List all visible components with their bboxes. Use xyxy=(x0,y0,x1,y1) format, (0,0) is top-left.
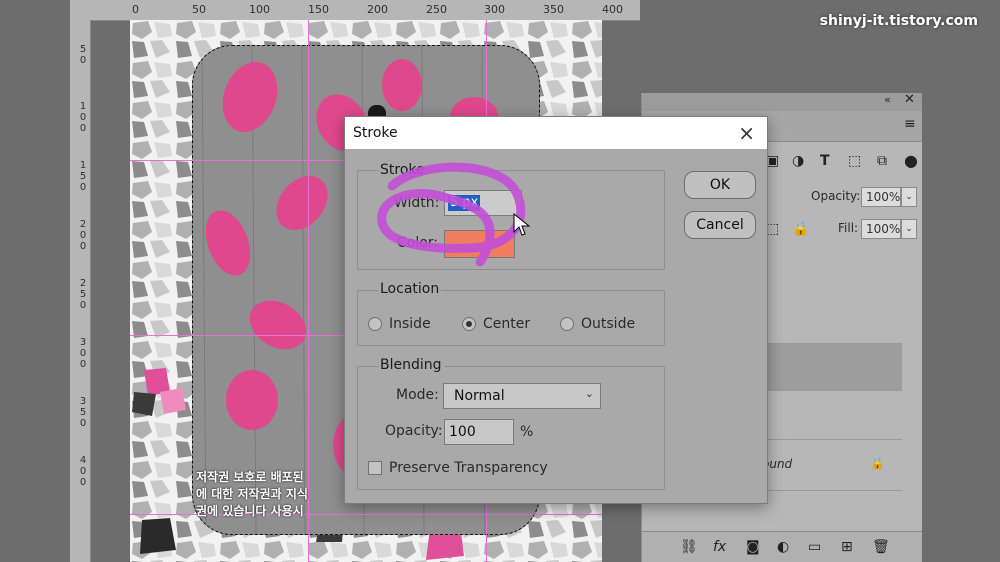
ruler-label: 5 xyxy=(79,171,87,182)
ruler-label: 0 xyxy=(79,418,87,429)
ruler-label: 400 xyxy=(602,3,623,16)
ruler-label: 350 xyxy=(543,3,564,16)
layer-row-background[interactable]: ound 🔒 xyxy=(762,440,902,491)
ruler-label: 0 xyxy=(79,123,87,134)
stroke-group-title: Stroke xyxy=(378,162,427,178)
dialog-titlebar[interactable]: Stroke × xyxy=(345,117,767,149)
blend-mode-select[interactable]: Normal ⌄ xyxy=(443,383,601,409)
location-group-title: Location xyxy=(378,281,442,297)
ruler-label: 5 xyxy=(79,289,87,300)
ruler-label: 250 xyxy=(426,3,447,16)
fill-label: Fill: xyxy=(838,221,859,235)
radio-outside-label[interactable]: Outside xyxy=(581,316,635,332)
ruler-label: 0 xyxy=(132,3,139,16)
type-filter-icon[interactable]: T xyxy=(820,153,830,169)
ruler-label: 0 xyxy=(79,241,87,252)
ruler-label: 50 xyxy=(192,3,206,16)
new-group-icon[interactable]: ▭ xyxy=(808,539,821,555)
layer-opacity-dropdown[interactable]: ⌄ xyxy=(901,187,917,207)
ruler-label: 0 xyxy=(79,477,87,488)
ruler-label: 0 xyxy=(79,300,87,311)
lock-all-icon[interactable]: 🔒 xyxy=(792,221,809,237)
ok-button[interactable]: OK xyxy=(684,171,756,199)
ruler-label: 200 xyxy=(367,3,388,16)
width-label: Width: xyxy=(394,195,440,211)
ruler-label: 0 xyxy=(79,359,87,370)
layer-opacity-field[interactable]: 100% xyxy=(861,187,901,207)
blending-group-title: Blending xyxy=(378,357,444,373)
preserve-transparency-checkbox[interactable] xyxy=(368,461,382,475)
collapse-icon[interactable]: « xyxy=(884,93,891,106)
filter-toggle-icon[interactable]: ● xyxy=(904,151,918,170)
opacity-unit: % xyxy=(520,424,534,440)
ruler-label: 0 xyxy=(79,466,87,477)
layers-panel-footer: ⛓ fx ◙ ◐ ▭ ⊞ 🗑 xyxy=(642,531,922,562)
opacity-label: Opacity: xyxy=(385,423,443,439)
ruler-label: 150 xyxy=(308,3,329,16)
width-input[interactable]: 5 px xyxy=(444,190,522,216)
fx-icon[interactable]: fx xyxy=(713,539,726,555)
ruler-label: 3 xyxy=(79,337,87,348)
layer-row-selected[interactable] xyxy=(762,344,902,391)
ruler-label: 0 xyxy=(79,182,87,193)
radio-center-label[interactable]: Center xyxy=(483,316,530,332)
panel-header: « ✕ xyxy=(642,92,922,111)
layer-row[interactable] xyxy=(762,391,902,440)
ruler-label: 0 xyxy=(79,112,87,123)
ruler-label: 3 xyxy=(79,396,87,407)
adjustment-filter-icon[interactable]: ◑ xyxy=(792,153,804,169)
radio-center[interactable] xyxy=(462,317,476,331)
ruler-label: 100 xyxy=(249,3,270,16)
cancel-button[interactable]: Cancel xyxy=(684,211,756,239)
layer-fill-field[interactable]: 100% xyxy=(861,219,901,239)
ruler-label: 0 xyxy=(79,348,87,359)
ruler-label: 300 xyxy=(484,3,505,16)
ruler-label: 1 xyxy=(79,160,87,171)
ruler-label: 0 xyxy=(79,55,87,66)
dialog-title: Stroke xyxy=(353,125,398,141)
add-mask-icon[interactable]: ◙ xyxy=(746,539,760,555)
opacity-input[interactable]: 100 xyxy=(444,419,514,445)
panel-menu-icon[interactable]: ≡ xyxy=(904,116,916,132)
mode-label: Mode: xyxy=(396,387,439,403)
radio-inside[interactable] xyxy=(368,317,382,331)
color-label: Color: xyxy=(397,235,439,251)
watermark: shinyj-it.tistory.com xyxy=(819,13,978,29)
mouse-cursor-icon xyxy=(513,213,531,236)
adjustment-layer-icon[interactable]: ◐ xyxy=(777,539,789,555)
close-icon[interactable]: × xyxy=(738,121,755,145)
layer-lock-icon: 🔒 xyxy=(870,456,885,470)
ruler-top[interactable]: 0 50 100 150 200 250 300 350 400 xyxy=(70,0,640,21)
image-caption: 저작권 보호로 배포된 xyxy=(196,470,304,484)
opacity-label: Opacity: xyxy=(811,189,861,203)
ruler-label: 2 xyxy=(79,219,87,230)
blend-mode-value: Normal xyxy=(454,388,505,404)
stroke-color-swatch[interactable] xyxy=(444,230,515,258)
guide-line xyxy=(308,20,309,562)
layer-row[interactable] xyxy=(762,293,902,344)
chevron-down-icon: ⌄ xyxy=(584,387,594,400)
radio-outside[interactable] xyxy=(560,317,574,331)
ruler-label: 1 xyxy=(79,101,87,112)
image-caption: 권에 있습니다 사용시 xyxy=(196,504,304,518)
ruler-label: 5 xyxy=(79,44,87,55)
ruler-label: 4 xyxy=(79,455,87,466)
ruler-label: 5 xyxy=(79,407,87,418)
shape-filter-icon[interactable]: ⬚ xyxy=(848,153,861,169)
new-layer-icon[interactable]: ⊞ xyxy=(841,539,853,555)
layer-fill-dropdown[interactable]: ⌄ xyxy=(901,219,917,239)
ruler-label: 2 xyxy=(79,278,87,289)
link-layers-icon[interactable]: ⛓ xyxy=(680,539,698,555)
preserve-transparency-label[interactable]: Preserve Transparency xyxy=(389,460,548,476)
image-caption: 에 대한 저작권과 지식 xyxy=(196,487,308,501)
smart-object-filter-icon[interactable]: ⧉ xyxy=(877,153,887,169)
opacity-value: 100 xyxy=(449,424,476,440)
ruler-label: 0 xyxy=(79,230,87,241)
width-value: 5 px xyxy=(448,195,481,211)
delete-layer-icon[interactable]: 🗑 xyxy=(872,539,890,555)
close-icon[interactable]: ✕ xyxy=(904,92,915,107)
radio-inside-label[interactable]: Inside xyxy=(389,316,431,332)
